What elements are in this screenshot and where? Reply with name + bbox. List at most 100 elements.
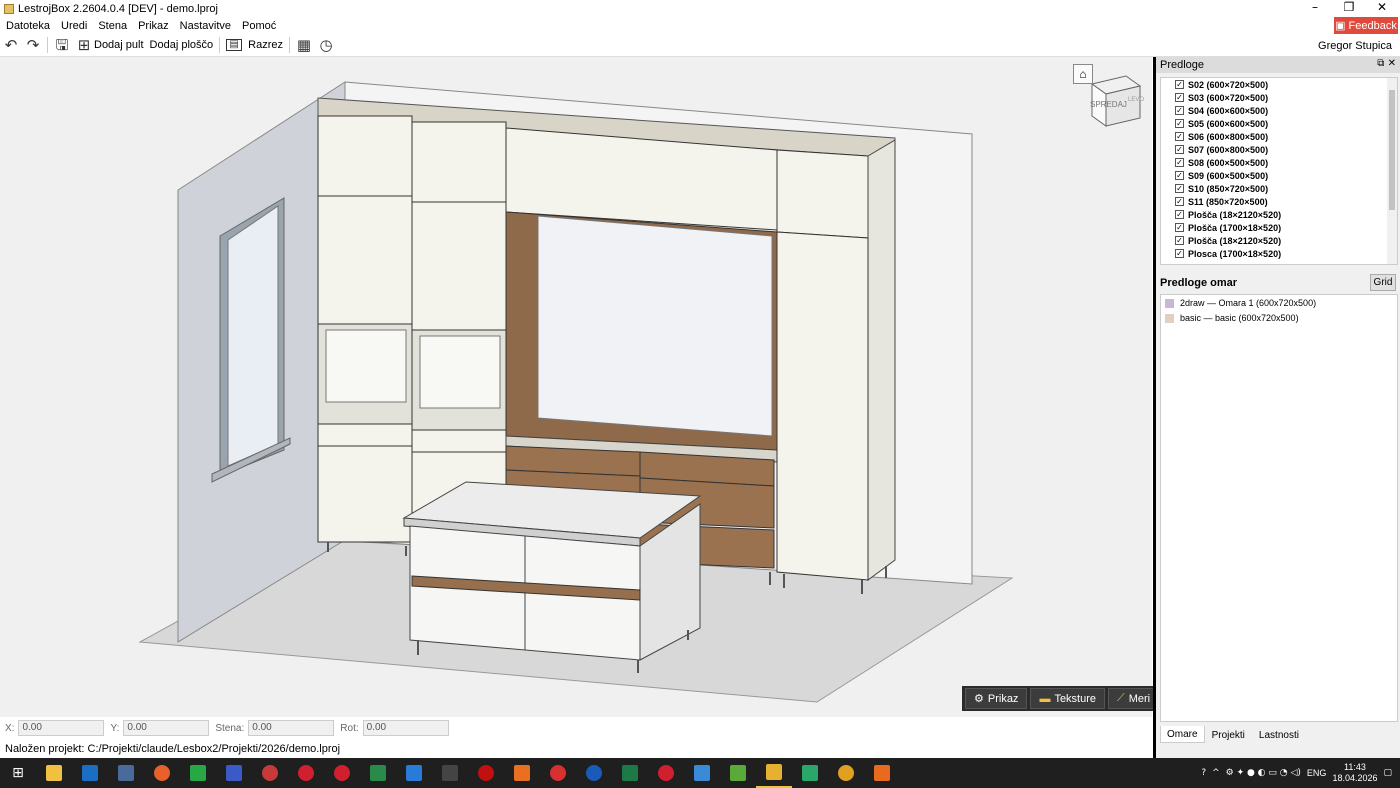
float-icon[interactable]: ⧉ xyxy=(1377,58,1384,69)
chevron-up-icon[interactable]: ^ xyxy=(1212,768,1220,778)
close-button[interactable]: ✕ xyxy=(1367,0,1397,17)
scrollbar-thumb[interactable] xyxy=(1389,90,1395,210)
y-field[interactable]: 0.00 xyxy=(123,720,210,736)
taskbar-app[interactable] xyxy=(792,758,828,788)
list-item[interactable]: ✓ S07 (600×800×500) xyxy=(1161,143,1397,156)
menu-pomoc[interactable]: Pomoć xyxy=(236,20,281,32)
viewport-3d[interactable]: SPREDAJ LEVO xyxy=(0,57,1152,717)
teksture-button[interactable]: ▬ Teksture xyxy=(1030,688,1106,709)
menu-stena[interactable]: Stena xyxy=(92,20,132,32)
list-item[interactable]: ✓ S10 (850×720×500) xyxy=(1161,182,1397,195)
razrez-button[interactable]: Razrez xyxy=(245,34,286,56)
grid-button[interactable]: Grid xyxy=(1370,274,1396,291)
taskbar-app[interactable] xyxy=(252,758,288,788)
taskbar-app-active[interactable] xyxy=(756,758,792,788)
language-indicator[interactable]: ENG xyxy=(1307,768,1327,778)
taskbar-app[interactable] xyxy=(324,758,360,788)
checkbox[interactable]: ✓ xyxy=(1175,223,1184,232)
menu-nastavitve[interactable]: Nastavitve xyxy=(174,20,236,32)
tray-icons[interactable]: ⚙ ✦ ● ◐ ▭ ◔ ◁) xyxy=(1226,768,1301,778)
taskbar-app[interactable] xyxy=(396,758,432,788)
taskbar-app[interactable] xyxy=(720,758,756,788)
taskbar-app[interactable] xyxy=(144,758,180,788)
list-item[interactable]: ✓ S06 (600×800×500) xyxy=(1161,130,1397,143)
list-item[interactable]: ✓ S02 (600×720×500) xyxy=(1161,78,1397,91)
notification-icon[interactable]: ▢ xyxy=(1383,768,1392,778)
list-item[interactable]: ✓ S05 (600×600×500) xyxy=(1161,117,1397,130)
minimize-button[interactable]: – xyxy=(1300,0,1330,17)
add-plosca-button[interactable]: Dodaj ploščo xyxy=(147,34,217,56)
checkbox[interactable]: ✓ xyxy=(1175,132,1184,141)
list-item[interactable]: 2draw — Omara 1 (600x720x500) xyxy=(1161,296,1397,310)
close-panel-icon[interactable]: ✕ xyxy=(1388,58,1396,69)
taskbar-app[interactable] xyxy=(288,758,324,788)
checkbox[interactable]: ✓ xyxy=(1175,119,1184,128)
x-field[interactable]: 0.00 xyxy=(18,720,105,736)
taskbar-app[interactable] xyxy=(216,758,252,788)
tab-omare[interactable]: Omare xyxy=(1160,726,1205,743)
checkbox[interactable]: ✓ xyxy=(1175,80,1184,89)
taskbar-app[interactable] xyxy=(648,758,684,788)
list-item[interactable]: ✓ S09 (600×500×500) xyxy=(1161,169,1397,182)
checkbox[interactable]: ✓ xyxy=(1175,171,1184,180)
taskbar-app[interactable] xyxy=(576,758,612,788)
restore-button[interactable]: ❐ xyxy=(1334,0,1364,17)
history-button[interactable]: ◷ xyxy=(315,34,337,56)
list-item[interactable]: ✓ S04 (600×600×500) xyxy=(1161,104,1397,117)
taskbar-app[interactable] xyxy=(612,758,648,788)
taskbar-app[interactable] xyxy=(864,758,900,788)
rot-field[interactable]: 0.00 xyxy=(362,720,449,736)
save-button[interactable]: 🖫 xyxy=(51,34,73,56)
checkbox[interactable]: ✓ xyxy=(1175,236,1184,245)
undo-button[interactable]: ↶ xyxy=(0,34,22,56)
taskbar-app[interactable] xyxy=(108,758,144,788)
taskbar-app[interactable] xyxy=(828,758,864,788)
menu-prikaz[interactable]: Prikaz xyxy=(132,20,174,32)
prikaz-button[interactable]: ⚙ Prikaz xyxy=(965,688,1028,709)
omare-list[interactable]: 2draw — Omara 1 (600x720x500) basic — ba… xyxy=(1160,294,1398,722)
checkbox[interactable]: ✓ xyxy=(1175,93,1184,102)
viewcube-label[interactable]: SPREDAJ xyxy=(1090,100,1127,109)
taskbar-app[interactable] xyxy=(360,758,396,788)
taskbar-app[interactable] xyxy=(684,758,720,788)
list-item[interactable]: ✓ S11 (850×720×500) xyxy=(1161,195,1397,208)
checkbox[interactable]: ✓ xyxy=(1175,197,1184,206)
checkbox[interactable]: ✓ xyxy=(1175,145,1184,154)
viewcube-side-label[interactable]: LEVO xyxy=(1128,97,1144,103)
list-item[interactable]: ✓ Plošča (18×2120×520) xyxy=(1161,208,1397,221)
checkbox[interactable]: ✓ xyxy=(1175,106,1184,115)
list-item[interactable]: ✓ Plošča (18×2120×520) xyxy=(1161,234,1397,247)
start-button[interactable]: ⊞ xyxy=(0,758,36,788)
checkbox[interactable]: ✓ xyxy=(1175,184,1184,193)
menu-uredi[interactable]: Uredi xyxy=(55,20,92,32)
checkbox[interactable]: ✓ xyxy=(1175,210,1184,219)
cnc-button[interactable]: ▤ xyxy=(223,34,245,56)
grid-button[interactable]: ▦ xyxy=(293,34,315,56)
taskbar-app[interactable] xyxy=(540,758,576,788)
stena-field[interactable]: 0.00 xyxy=(248,720,335,736)
taskbar-app[interactable] xyxy=(504,758,540,788)
help-icon[interactable]: ? xyxy=(1201,768,1206,778)
tab-lastnosti[interactable]: Lastnosti xyxy=(1252,726,1306,743)
menu-datoteka[interactable]: Datoteka xyxy=(0,20,55,32)
meri-button[interactable]: ⟋ Meri xyxy=(1108,688,1160,709)
tab-projekti[interactable]: Projekti xyxy=(1205,726,1252,743)
add-pult-button[interactable]: ⊞ Dodaj pult xyxy=(73,34,147,56)
list-item[interactable]: basic — basic (600x720x500) xyxy=(1161,311,1397,325)
predloge-list[interactable]: ✓ S02 (600×720×500) ✓ S03 (600×720×500) ✓ S… xyxy=(1160,77,1398,265)
taskbar-app[interactable] xyxy=(468,758,504,788)
scrollbar[interactable] xyxy=(1387,78,1397,264)
taskbar-app[interactable] xyxy=(180,758,216,788)
list-item[interactable]: ✓ S03 (600×720×500) xyxy=(1161,91,1397,104)
taskbar-app[interactable] xyxy=(36,758,72,788)
taskbar-app[interactable] xyxy=(432,758,468,788)
home-view-button[interactable]: ⌂ xyxy=(1073,64,1093,84)
feedback-button[interactable]: ▣ Feedback xyxy=(1334,17,1398,34)
taskbar-app[interactable] xyxy=(72,758,108,788)
checkbox[interactable]: ✓ xyxy=(1175,158,1184,167)
list-item[interactable]: ✓ Plosca (1700×18×520) xyxy=(1161,247,1397,260)
clock[interactable]: 11:43 18.04.2026 xyxy=(1332,762,1377,784)
list-item[interactable]: ✓ Plošča (1700×18×520) xyxy=(1161,221,1397,234)
checkbox[interactable]: ✓ xyxy=(1175,249,1184,258)
redo-button[interactable]: ↷ xyxy=(22,34,44,56)
